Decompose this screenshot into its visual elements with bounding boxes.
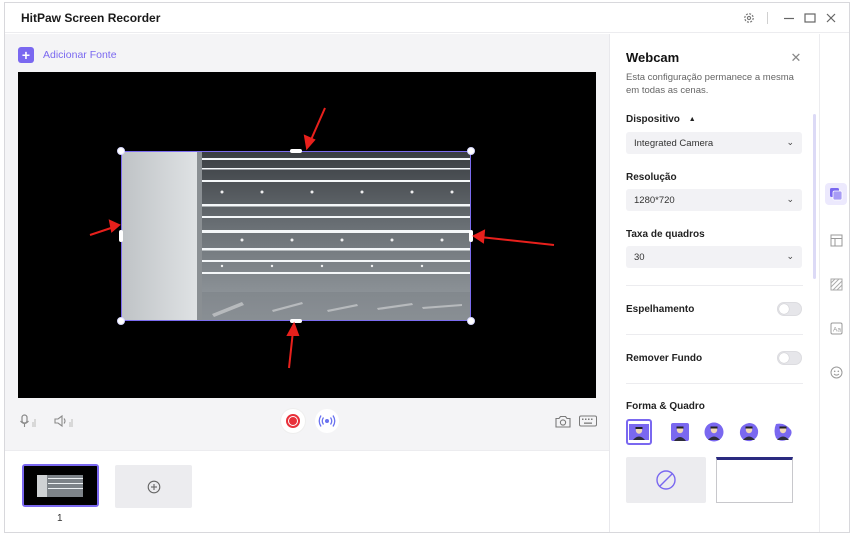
live-stream-button[interactable] (315, 409, 339, 433)
none-icon (656, 470, 676, 490)
settings-icon[interactable] (741, 10, 757, 26)
collapse-caret-icon: ▲ (688, 116, 696, 123)
close-icon[interactable] (823, 10, 839, 26)
microphone-icon[interactable] (19, 413, 41, 429)
resolution-value: 1280*720 (634, 194, 675, 206)
shape-circle-option[interactable] (701, 419, 727, 445)
device-select[interactable]: Integrated Camera ⌄ (626, 132, 802, 154)
scene-thumbnail[interactable] (22, 464, 99, 507)
right-toolbar: Aa (819, 34, 849, 532)
preview-area: + Adicionar Fonte 1 (5, 34, 609, 532)
divider (626, 334, 803, 335)
broadcast-icon (318, 415, 336, 427)
frame-none-option[interactable] (626, 457, 706, 503)
record-button[interactable] (281, 409, 305, 433)
app-window: HitPaw Screen Recorder + Adicionar Fonte (4, 2, 850, 533)
frame-style-option[interactable] (716, 457, 793, 503)
resolution-label: Resolução (626, 172, 677, 183)
panel-description: Esta configuração permanece a mesma em t… (626, 72, 794, 96)
chevron-down-icon: ⌄ (786, 251, 794, 261)
divider (626, 285, 803, 286)
scene-bar: 1 (5, 450, 609, 532)
device-value: Integrated Camera (634, 137, 714, 149)
app-title: HitPaw Screen Recorder (21, 11, 161, 25)
mirror-label: Espelhamento (626, 304, 695, 315)
panel-scrollbar[interactable] (813, 114, 816, 279)
framerate-value: 30 (634, 251, 645, 263)
add-scene-button[interactable] (115, 465, 192, 508)
device-section[interactable]: Dispositivo ▲ (626, 114, 696, 125)
panel-title: Webcam (626, 50, 680, 65)
camera-icon[interactable] (554, 413, 572, 429)
resolution-select[interactable]: 1280*720 ⌄ (626, 189, 802, 211)
preview-canvas[interactable] (18, 72, 596, 398)
plus-icon: + (18, 47, 34, 63)
layout-icon[interactable] (829, 233, 843, 247)
keyboard-icon[interactable] (578, 413, 598, 429)
title-divider (767, 12, 768, 24)
webcam-layers-icon[interactable] (825, 183, 847, 205)
shape-wave-option[interactable] (770, 419, 796, 445)
remove-background-label: Remover Fundo (626, 353, 703, 364)
add-source-label: Adicionar Fonte (43, 49, 117, 61)
framerate-select[interactable]: 30 ⌄ (626, 246, 802, 268)
framerate-label: Taxa de quadros (626, 229, 705, 240)
divider (626, 383, 803, 384)
pattern-icon[interactable] (829, 277, 843, 291)
shape-frame-label: Forma & Quadro (626, 401, 705, 412)
mirror-toggle[interactable] (777, 302, 802, 316)
sticker-icon[interactable] (829, 365, 843, 379)
recording-controls (5, 402, 609, 440)
annotation-arrows (89, 107, 555, 369)
text-icon[interactable]: Aa (829, 321, 843, 335)
device-label: Dispositivo (626, 114, 680, 125)
shape-square-option[interactable] (667, 419, 693, 445)
chevron-down-icon: ⌄ (786, 137, 794, 147)
title-bar: HitPaw Screen Recorder (5, 3, 849, 33)
svg-text:Aa: Aa (833, 326, 841, 333)
chevron-down-icon: ⌄ (786, 194, 794, 204)
panel-close-icon[interactable]: ✕ (790, 50, 802, 65)
add-circle-icon (147, 480, 160, 493)
remove-background-toggle[interactable] (777, 351, 802, 365)
webcam-settings-panel: Webcam ✕ Esta configuração permanece a m… (609, 34, 819, 532)
shape-blob-option[interactable] (736, 419, 762, 445)
shape-rectangle-option[interactable] (626, 419, 652, 445)
add-source-button[interactable]: + Adicionar Fonte (18, 47, 117, 63)
record-icon (286, 414, 300, 428)
maximize-icon[interactable] (802, 10, 818, 26)
speaker-icon[interactable] (53, 413, 77, 429)
scene-number: 1 (57, 513, 63, 524)
minimize-icon[interactable] (781, 10, 797, 26)
